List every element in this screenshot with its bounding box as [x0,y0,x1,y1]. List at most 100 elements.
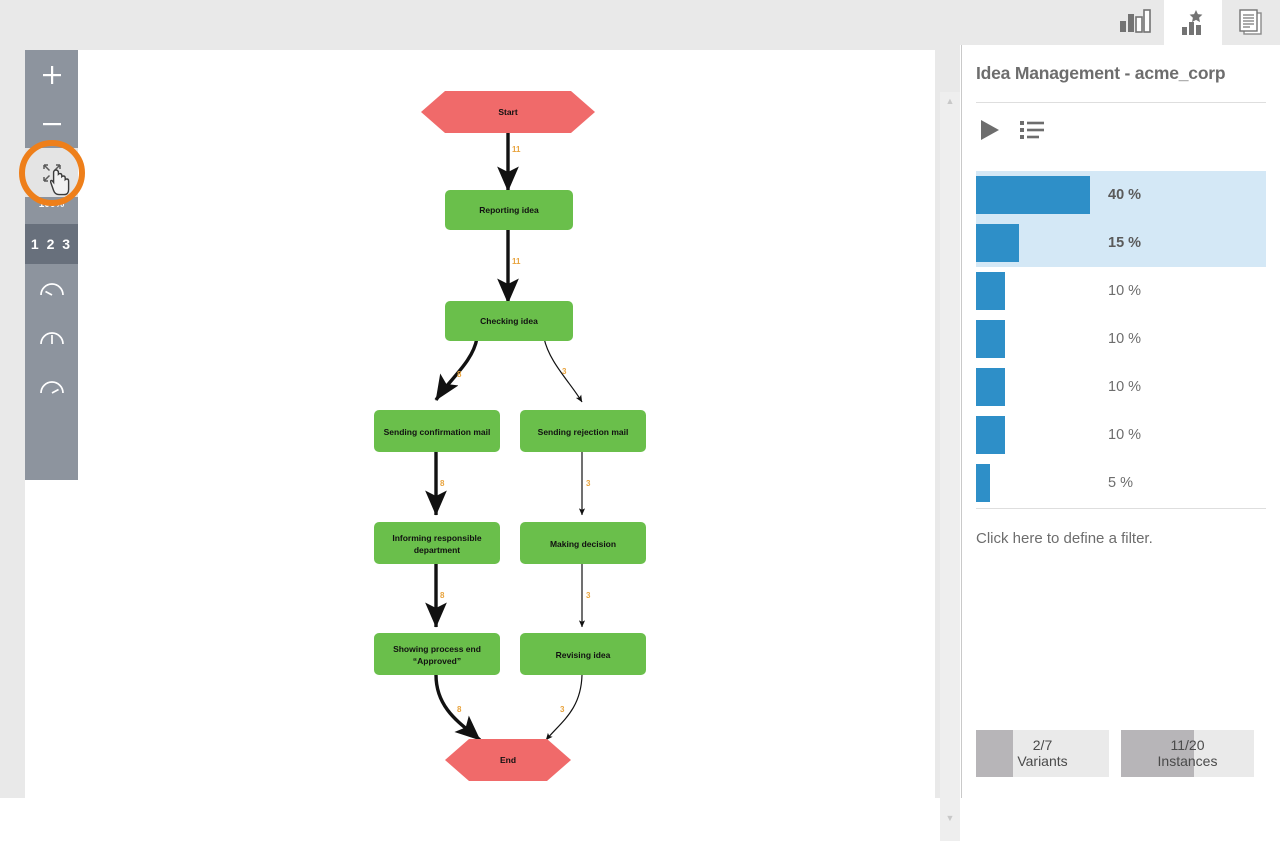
variant-bar [976,464,991,502]
canvas-vertical-scrollbar[interactable]: ▲ ▼ [940,92,960,841]
list-icon [1020,121,1044,139]
variant-row[interactable]: 10 % [976,315,1266,363]
play-button[interactable] [976,117,1002,143]
edge-reporting-checking: 11 [497,230,521,304]
node-label: End [500,755,516,765]
variant-row[interactable]: 10 % [976,267,1266,315]
stat-text: 2/7 Variants [976,730,1109,769]
panel-title: Idea Management - acme_corp [976,63,1226,83]
variant-percent-label: 40 % [1108,187,1142,203]
variant-percent-label: 10 % [1108,331,1142,347]
side-panel: Idea Management - acme_corp 40 % 15 % 10 %… [961,45,1280,798]
node-end[interactable]: End [445,739,571,781]
edge-informing-approved: 8 [425,563,447,628]
node-checking-idea[interactable]: Checking idea [445,301,573,341]
edge-label: 8 [457,705,462,714]
gauge-mid-button[interactable] [25,313,78,362]
minus-icon [42,122,61,125]
gauge-low-button[interactable] [25,264,78,313]
gauge-high-button[interactable] [25,362,78,411]
node-label: Showing process end [393,644,481,654]
node-revising-idea[interactable]: Revising idea [520,633,646,675]
node-showing-process-end-approved[interactable]: Showing process end “Approved” [374,633,500,675]
edge-confirm-informing: 8 [425,451,447,516]
process-diagram: 11 11 8 3 8 3 8 3 8 3 Start Reporting id… [374,91,646,781]
zoom-level-label: 100% [38,199,65,210]
stat-label: Variants [1017,753,1068,769]
variant-percent-label: 10 % [1108,379,1142,395]
variants-bar-chart: 40 % 15 % 10 % 10 % 10 % 10 % 5 % [976,171,1266,507]
tab-documents[interactable] [1222,0,1280,45]
node-sending-rejection-mail[interactable]: Sending rejection mail [520,410,646,452]
fit-to-screen-button[interactable] [25,148,78,197]
variant-percent-label: 15 % [1108,235,1142,251]
stat-text: 11/20 Instances [1121,730,1254,769]
stat-label: Instances [1157,753,1218,769]
documents-icon [1239,8,1262,35]
gauge-low-icon [39,282,64,296]
canvas-area: 11 11 8 3 8 3 8 3 8 3 Start Reporting id… [0,45,960,841]
process-canvas[interactable]: 11 11 8 3 8 3 8 3 8 3 Start Reporting id… [25,50,935,798]
tab-strip [1106,0,1280,45]
edge-revising-end: 3 [545,674,583,741]
panel-divider-2 [976,508,1266,509]
list-view-button[interactable] [1019,117,1045,143]
stat-value: 11/20 [1170,737,1205,753]
variant-row[interactable]: 5 % [976,459,1266,507]
panel-actions [976,117,1045,143]
variant-row[interactable]: 10 % [976,363,1266,411]
variant-bar [976,320,1005,358]
variant-row[interactable]: 15 % [976,219,1266,267]
node-sending-confirmation-mail[interactable]: Sending confirmation mail [374,410,500,452]
variant-row[interactable]: 10 % [976,411,1266,459]
variants-stat[interactable]: 2/7 Variants [976,730,1109,777]
numbers-toggle-button[interactable]: 1 2 3 [25,224,78,264]
bar-chart-star-icon [1182,9,1203,35]
fit-to-screen-icon [42,163,61,182]
edge-label: 3 [560,705,565,714]
variant-row[interactable]: 40 % [976,171,1266,219]
node-start[interactable]: Start [421,91,595,133]
node-reporting-idea[interactable]: Reporting idea [445,190,573,230]
define-filter-link[interactable]: Click here to define a filter. [976,530,1153,547]
node-label: Reporting idea [479,205,539,215]
plus-icon [42,65,61,84]
zoom-out-button[interactable] [25,99,78,148]
scroll-down-arrow-icon[interactable]: ▼ [940,809,960,827]
node-label: Revising idea [556,650,611,660]
variant-bar [976,272,1005,310]
edge-label: 3 [586,479,591,488]
node-label: Making decision [550,539,616,549]
play-icon [981,120,999,140]
stats-row: 2/7 Variants 11/20 Instances [976,730,1254,777]
instances-stat[interactable]: 11/20 Instances [1121,730,1254,777]
edge-label: 8 [440,479,445,488]
edge-label: 8 [440,591,445,600]
edge-label: 11 [512,145,521,154]
scroll-up-arrow-icon[interactable]: ▲ [940,92,960,110]
zoom-toolbar: 100% 1 2 3 [25,50,78,480]
node-label: Checking idea [480,316,538,326]
node-informing-responsible-department[interactable]: Informing responsible department [374,522,500,564]
node-label: “Approved” [413,656,461,666]
bar-chart-icon [1118,7,1152,38]
tab-statistics[interactable] [1106,0,1164,45]
node-label: Start [498,107,518,117]
gauge-high-icon [39,380,64,394]
variant-percent-label: 10 % [1108,427,1142,443]
edge-checking-reject: 3 [543,337,583,403]
variant-percent-label: 10 % [1108,283,1142,299]
variant-bar [976,416,1005,454]
edge-label: 3 [562,367,567,376]
node-label: department [414,545,460,555]
tab-variants[interactable] [1164,0,1222,45]
node-making-decision[interactable]: Making decision [520,522,646,564]
node-label: Sending confirmation mail [384,427,491,437]
edge-label: 8 [457,370,462,379]
zoom-in-button[interactable] [25,50,78,99]
variant-bar [976,224,1019,262]
panel-divider [976,102,1266,103]
variant-bar [976,368,1005,406]
top-bar [0,0,1280,45]
